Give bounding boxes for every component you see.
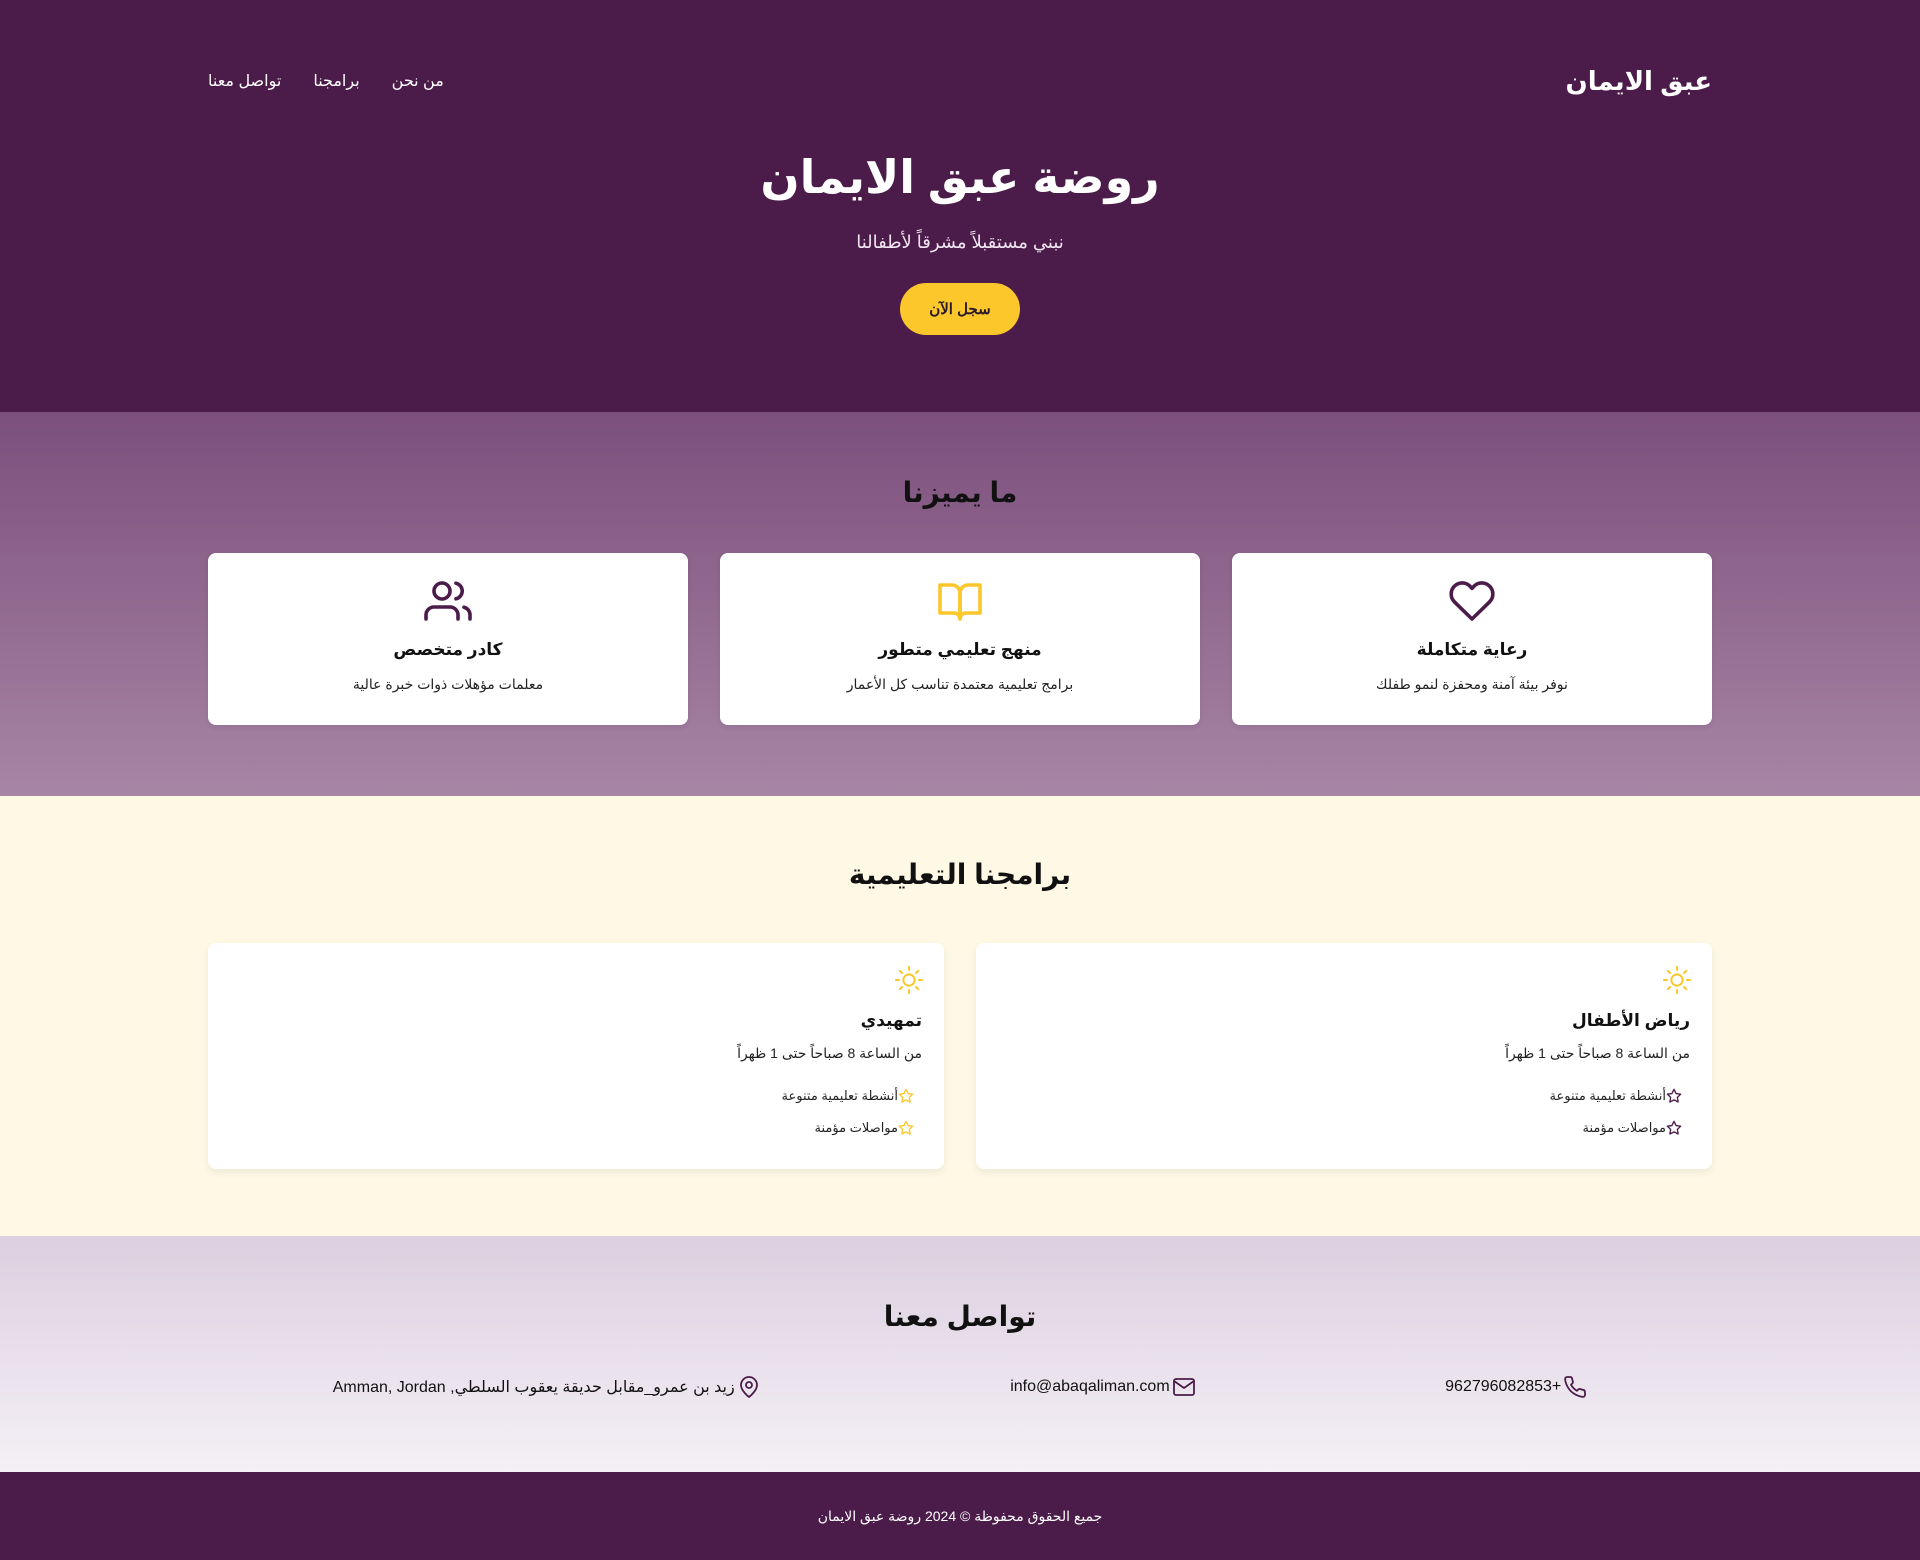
contact-address-value: زيد بن عمرو_مقابل حديقة يعقوب السلطي, Am…: [332, 1379, 735, 1396]
list-item-label: مواصلات مؤمنة: [1582, 1120, 1666, 1135]
star-icon: [898, 1120, 914, 1136]
program-time: من الساعة 8 صباحاً حتى 1 ظهراً: [1505, 1045, 1690, 1061]
feature-card-care: رعاية متكاملة نوفر بيئة آمنة ومحفزة لنمو…: [1232, 553, 1712, 725]
hero-title: روضة عبق الايمان: [760, 151, 1160, 203]
feature-title: منهج تعليمي متطور: [878, 640, 1042, 659]
feature-card-curriculum: منهج تعليمي متطور برامج تعليمية معتمدة ت…: [720, 553, 1200, 725]
feature-text: معلمات مؤهلات ذوات خبرة عالية: [352, 676, 544, 692]
contact-email[interactable]: info@abaqaliman.com: [1010, 1375, 1195, 1399]
list-item-label: مواصلات مؤمنة: [814, 1120, 898, 1135]
hero-subtitle: نبني مستقبلاً مشرقاً لأطفالنا: [856, 232, 1064, 252]
star-icon: [1666, 1120, 1682, 1136]
program-features: أنشطة تعليمية متنوعة مواصلات مؤمنة: [998, 1080, 1690, 1144]
program-title: رياض الأطفال: [1571, 1011, 1690, 1030]
footer: جميع الحقوق محفوظة © 2024 روضة عبق الايم…: [0, 1472, 1920, 1560]
star-icon: [898, 1088, 914, 1104]
mail-icon: [1172, 1375, 1196, 1399]
star-icon: [1666, 1088, 1682, 1104]
programs-section: برامجنا التعليمية رياض الأطفال من الساعة…: [0, 796, 1920, 1236]
list-item: مواصلات مؤمنة: [998, 1112, 1682, 1144]
program-features: أنشطة تعليمية متنوعة مواصلات مؤمنة: [230, 1080, 922, 1144]
contact-email-value: info@abaqaliman.com: [1010, 1378, 1170, 1395]
contact-phone-value: 962796082853+: [1445, 1378, 1562, 1395]
programs-title: برامجنا التعليمية: [848, 859, 1072, 890]
site-logo[interactable]: عبق الايمان: [1566, 66, 1712, 97]
list-item: مواصلات مؤمنة: [230, 1112, 914, 1144]
feature-title: كادر متخصص: [393, 640, 503, 659]
contact-address: زيد بن عمرو_مقابل حديقة يعقوب السلطي, Am…: [333, 1375, 761, 1399]
heart-icon: [1448, 577, 1496, 625]
users-icon: [424, 577, 472, 625]
program-card-kindergarten: رياض الأطفال من الساعة 8 صباحاً حتى 1 ظه…: [976, 943, 1712, 1169]
feature-title: رعاية متكاملة: [1416, 640, 1528, 659]
feature-text: برامج تعليمية معتمدة تناسب كل الأعمار: [846, 676, 1074, 692]
features-title: ما يميزنا: [902, 477, 1018, 508]
contact-title: تواصل معنا: [883, 1301, 1037, 1332]
feature-card-staff: كادر متخصص معلمات مؤهلات ذوات خبرة عالية: [208, 553, 688, 725]
list-item-label: أنشطة تعليمية متنوعة: [781, 1088, 898, 1103]
list-item: أنشطة تعليمية متنوعة: [230, 1080, 914, 1112]
contact-section: تواصل معنا 962796082853+ info@abaqaliman…: [0, 1236, 1920, 1472]
sun-icon: [894, 965, 924, 995]
nav-link-about[interactable]: من نحن: [392, 71, 444, 91]
phone-icon: [1563, 1375, 1587, 1399]
program-card-preparatory: تمهيدي من الساعة 8 صباحاً حتى 1 ظهراً أن…: [208, 943, 944, 1169]
register-now-button[interactable]: سجل الآن: [900, 283, 1020, 335]
list-item-label: أنشطة تعليمية متنوعة: [1549, 1088, 1666, 1103]
map-pin-icon: [737, 1375, 761, 1399]
nav-link-programs[interactable]: برامجنا: [313, 71, 359, 91]
nav-link-contact[interactable]: تواصل معنا: [208, 71, 281, 91]
sun-icon: [1662, 965, 1692, 995]
copyright-text: جميع الحقوق محفوظة © 2024 روضة عبق الايم…: [817, 1507, 1103, 1524]
nav-links: من نحن برامجنا تواصل معنا: [208, 71, 444, 91]
top-nav: عبق الايمان من نحن برامجنا تواصل معنا: [208, 0, 1712, 162]
list-item: أنشطة تعليمية متنوعة: [998, 1080, 1682, 1112]
program-title: تمهيدي: [860, 1011, 922, 1030]
hero-section: عبق الايمان من نحن برامجنا تواصل معنا رو…: [0, 0, 1920, 412]
book-icon: [936, 577, 984, 625]
features-section: ما يميزنا رعاية متكاملة نوفر بيئة آمنة و…: [0, 412, 1920, 796]
contact-phone[interactable]: 962796082853+: [1445, 1375, 1587, 1399]
program-time: من الساعة 8 صباحاً حتى 1 ظهراً: [737, 1045, 922, 1061]
feature-text: نوفر بيئة آمنة ومحفزة لنمو طفلك: [1376, 676, 1568, 692]
